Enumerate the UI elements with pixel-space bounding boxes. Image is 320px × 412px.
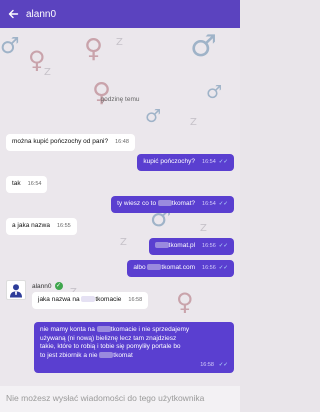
verified-check-icon: ✓ xyxy=(54,282,63,290)
chat-header: alann0 xyxy=(0,0,240,28)
chat-username[interactable]: alann0 xyxy=(26,9,56,20)
message-text-part: tkomacie i nie sprzedajemy xyxy=(110,326,190,333)
male-symbol-icon: ♂ xyxy=(145,106,162,127)
censored-text xyxy=(157,200,172,207)
message-text-part: nie mamy konta na xyxy=(40,326,97,333)
message-time: 16:56 xyxy=(202,265,216,271)
message-text: ty wiesz co to tkomat? xyxy=(117,200,195,209)
messaging-disabled-notice: Nie możesz wysłać wiadomości do tego uży… xyxy=(0,386,240,412)
message-time: 16:56 xyxy=(202,243,216,249)
message-time: 16:48 xyxy=(115,139,129,145)
message-time: 16:55 xyxy=(56,223,71,229)
read-receipt-icon: ✓✓ xyxy=(218,159,228,165)
sleep-z-icon: Z xyxy=(190,117,197,128)
notice-text: Nie możesz wysłać wiadomości do tego uży… xyxy=(6,393,205,403)
incoming-message[interactable]: tak 16:54 xyxy=(6,176,48,193)
message-text: jaka nazwa na tkomacie xyxy=(38,296,121,305)
message-text: a jaka nazwa xyxy=(12,222,50,229)
back-button[interactable] xyxy=(0,0,26,28)
timestamp-label: godzinę temu xyxy=(100,96,140,103)
chat-area[interactable]: ♂ ♀ ♂ ♀ ♀ ♂ ♂ ♂ ♂ ♀ Z Z Z Z Z Z Z Z godz… xyxy=(0,28,240,386)
sleep-z-icon: Z xyxy=(116,37,123,48)
female-symbol-icon: ♀ xyxy=(84,34,104,64)
message-text-part: tkomacie xyxy=(95,296,122,303)
outgoing-message[interactable]: kupić pończochy? 16:54 ✓✓ xyxy=(137,154,234,171)
censored-text xyxy=(154,242,169,249)
message-text: nie mamy konta na tkomacie i nie sprzeda… xyxy=(40,326,228,360)
message-text: albo tkomat.com xyxy=(133,264,195,273)
message-text-part: albo xyxy=(133,264,148,271)
censored-text xyxy=(99,352,114,359)
incoming-message[interactable]: a jaka nazwa 16:55 xyxy=(6,218,77,235)
female-symbol-icon: ♀ xyxy=(28,46,46,74)
outgoing-message[interactable]: tkomat.pl 16:56 ✓✓ xyxy=(148,238,234,255)
message-text-part: używaną (ni nową) bieliznę lecz tam znaj… xyxy=(40,334,177,342)
outgoing-message[interactable]: ty wiesz co to tkomat? 16:54 ✓✓ xyxy=(111,196,234,213)
sender-name: alann0 ✓ xyxy=(32,282,63,290)
outgoing-message[interactable]: nie mamy konta na tkomacie i nie sprzeda… xyxy=(34,322,234,373)
message-text: tkomat.pl xyxy=(154,242,196,251)
male-symbol-icon: ♂ xyxy=(190,29,217,64)
sleep-z-icon: Z xyxy=(120,237,127,248)
incoming-message[interactable]: można kupić pończochy od pani? 16:48 xyxy=(6,134,135,151)
message-text-part: tkomat.pl xyxy=(168,242,196,249)
message-time: 16:58 xyxy=(128,297,143,303)
message-text-part: jaka nazwa na xyxy=(38,296,82,303)
read-receipt-icon: ✓✓ xyxy=(218,201,228,207)
support-agent-avatar-icon xyxy=(6,280,26,300)
censored-text xyxy=(81,296,96,303)
censored-text xyxy=(96,326,111,333)
message-time: 16:54 xyxy=(202,201,216,207)
outgoing-message[interactable]: albo tkomat.com 16:56 ✓✓ xyxy=(127,260,234,277)
message-text-part: tkomat xyxy=(113,351,133,359)
male-symbol-icon: ♂ xyxy=(0,34,20,59)
female-symbol-icon: ♀ xyxy=(176,288,194,316)
message-text: tak xyxy=(12,180,21,187)
read-receipt-icon: ✓✓ xyxy=(218,243,228,249)
message-time: 16:54 xyxy=(202,159,216,165)
message-text-part: ty wiesz co to xyxy=(117,200,158,207)
sleep-z-icon: Z xyxy=(200,223,207,234)
message-text: można kupić pończochy od pani? xyxy=(12,138,109,145)
read-receipt-icon: ✓✓ xyxy=(218,362,228,369)
message-time: 16:58 xyxy=(200,362,214,369)
message-text-part: tkomat.com xyxy=(161,264,196,271)
sleep-z-icon: Z xyxy=(44,67,51,78)
message-meta: 16:58 ✓✓ xyxy=(40,361,228,370)
sender-name-text: alann0 xyxy=(32,282,52,290)
agent-silhouette-icon xyxy=(10,284,22,298)
read-receipt-icon: ✓✓ xyxy=(218,265,228,271)
message-text-part: takie, które to robią i tobie się pomyli… xyxy=(40,343,181,351)
message-text: kupić pończochy? xyxy=(143,158,196,165)
arrow-back-icon xyxy=(8,9,19,19)
censored-text xyxy=(147,264,162,271)
message-text-part: to jest zbiornik a nie xyxy=(40,351,100,359)
incoming-message[interactable]: jaka nazwa na tkomacie 16:58 xyxy=(32,292,149,309)
message-text-part: tkomat? xyxy=(171,200,196,207)
message-time: 16:54 xyxy=(27,181,42,187)
